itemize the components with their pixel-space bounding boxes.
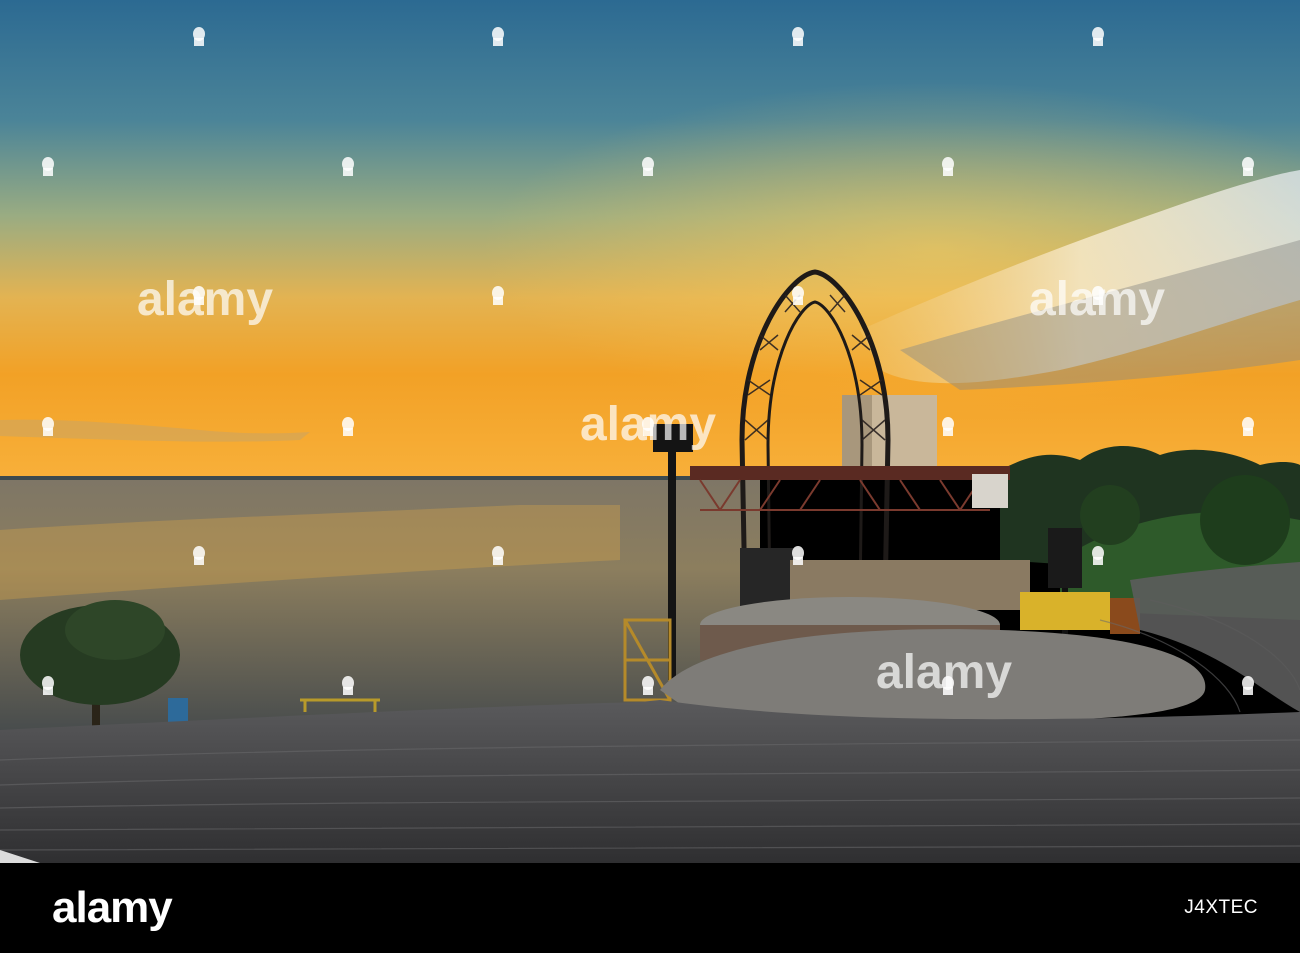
watermark-mark — [42, 157, 54, 176]
light-tower-right — [1048, 528, 1082, 588]
footer-bar: alamy J4XTEC — [0, 863, 1300, 953]
horizon-line — [0, 476, 700, 480]
amphitheater-steps — [0, 700, 1300, 863]
bush-right — [1200, 475, 1290, 565]
yellow-equipment — [1020, 592, 1110, 630]
footer-logo-text: alamy — [52, 883, 173, 932]
sunset-photo: alamy alamy alamy alamy — [0, 0, 1300, 863]
watermark-mark — [1242, 417, 1254, 436]
bush-mid — [1080, 485, 1140, 545]
watermark-mark — [342, 676, 354, 695]
watermark-mark — [1092, 546, 1104, 565]
tower-building-shade — [842, 395, 872, 470]
watermark-mark — [342, 417, 354, 436]
watermark-mark — [642, 676, 654, 695]
watermark-mark — [193, 27, 205, 46]
photo-frame: alamy alamy alamy alamy — [0, 0, 1300, 863]
watermark-mark — [492, 546, 504, 565]
trash-bin — [168, 698, 188, 722]
image-id: J4XTEC — [1184, 897, 1258, 918]
watermark-mark — [342, 157, 354, 176]
watermark-mark — [492, 286, 504, 305]
watermark-mark — [1092, 27, 1104, 46]
stage-banner — [972, 474, 1008, 508]
watermark-mark — [942, 157, 954, 176]
tree-canopy-top — [65, 600, 165, 660]
watermark-mark — [42, 676, 54, 695]
watermark-mark — [942, 417, 954, 436]
watermark-mark — [492, 27, 504, 46]
watermark-mark — [792, 546, 804, 565]
watermark-text: alamy — [580, 398, 716, 451]
watermark-mark — [1242, 676, 1254, 695]
watermark-mark — [1242, 157, 1254, 176]
watermark-mark — [193, 546, 205, 565]
watermark-text: alamy — [1029, 273, 1165, 326]
watermark-text: alamy — [137, 273, 273, 326]
watermark-mark — [42, 417, 54, 436]
stage-roof — [690, 466, 1010, 480]
watermark-mark — [792, 27, 804, 46]
watermark-mark — [642, 157, 654, 176]
watermark-text: alamy — [876, 646, 1012, 699]
alamy-logo: alamy — [52, 883, 173, 933]
watermark-mark — [792, 286, 804, 305]
